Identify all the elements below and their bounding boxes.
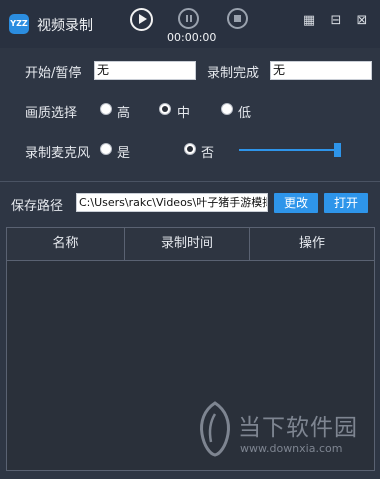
watermark-url: www.downxia.com <box>240 442 343 455</box>
app-logo-icon: YZZ <box>9 14 29 34</box>
quality-low-label[interactable]: 低 <box>238 102 251 121</box>
microphone-no-label[interactable]: 否 <box>201 142 214 161</box>
quality-low-radio[interactable] <box>221 103 233 115</box>
watermark-logo-icon <box>200 401 230 457</box>
table-header: 名称 录制时间 操作 <box>7 228 374 261</box>
microphone-no-radio[interactable] <box>184 143 196 155</box>
pause-button[interactable] <box>178 8 199 29</box>
microphone-volume-slider[interactable] <box>239 149 341 151</box>
start-pause-label: 开始/暂停 <box>25 66 82 81</box>
microphone-yes-label[interactable]: 是 <box>117 142 130 161</box>
start-pause-hotkey-input[interactable]: 无 <box>94 61 196 80</box>
watermark: 当下软件园 www.downxia.com <box>196 400 366 460</box>
quality-label: 画质选择 <box>25 106 78 121</box>
record-complete-hotkey-input[interactable]: 无 <box>270 61 372 80</box>
quality-medium-label[interactable]: 中 <box>177 102 190 121</box>
grid-icon[interactable]: ▦ <box>302 14 316 28</box>
minimize-icon[interactable]: ⊟ <box>329 14 343 28</box>
quality-high-radio[interactable] <box>100 103 112 115</box>
quality-high-label[interactable]: 高 <box>117 102 130 121</box>
column-header-actions: 操作 <box>298 236 325 251</box>
save-path-input[interactable]: C:\Users\rakc\Videos\叶子猪手游模拟 <box>76 193 268 212</box>
open-folder-button[interactable]: 打开 <box>324 193 368 213</box>
play-button[interactable] <box>130 8 153 31</box>
record-complete-label: 录制完成 <box>207 66 260 81</box>
app-title: 视频录制 <box>37 18 93 34</box>
column-header-record-time: 录制时间 <box>160 236 213 251</box>
watermark-text: 当下软件园 <box>238 415 358 441</box>
close-icon[interactable]: ⊠ <box>355 14 369 28</box>
recording-timer: 00:00:00 <box>167 31 217 44</box>
microphone-volume-slider-thumb[interactable] <box>334 143 341 157</box>
microphone-label: 录制麦克风 <box>25 146 91 161</box>
section-divider <box>0 181 380 182</box>
change-path-button[interactable]: 更改 <box>274 193 318 213</box>
quality-medium-radio[interactable] <box>159 103 171 115</box>
save-path-label: 保存路径 <box>11 199 64 214</box>
stop-button[interactable] <box>227 8 248 29</box>
microphone-yes-radio[interactable] <box>100 143 112 155</box>
column-header-name: 名称 <box>52 236 79 251</box>
title-bar: YZZ 视频录制 00:00:00 ▦ ⊟ ⊠ <box>0 0 380 48</box>
